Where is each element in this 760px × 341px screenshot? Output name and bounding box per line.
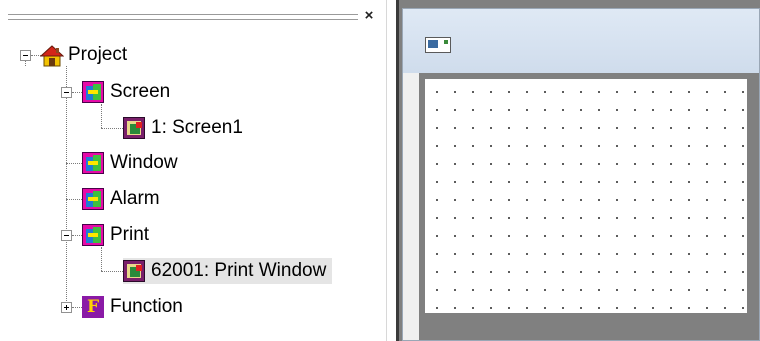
folder-icon xyxy=(82,81,104,103)
tree-connector xyxy=(101,104,102,128)
screen-icon xyxy=(123,260,145,282)
tree-item-label: Window xyxy=(110,152,178,173)
collapse-print-toggle[interactable] xyxy=(61,230,72,241)
tree-item-screen1[interactable]: 1: Screen1 xyxy=(123,115,249,141)
splitter-bar[interactable] xyxy=(396,0,399,341)
function-icon: F xyxy=(82,296,104,318)
folder-icon xyxy=(82,188,104,210)
screen-canvas[interactable] xyxy=(425,79,747,313)
tree-item-function[interactable]: F Function xyxy=(82,294,189,320)
tree-item-label: Project xyxy=(68,44,128,65)
pane-header: × xyxy=(0,0,386,32)
tree-item-alarm[interactable]: Alarm xyxy=(82,186,166,212)
tree-connector xyxy=(101,271,123,272)
tree-item-print[interactable]: Print xyxy=(82,222,155,248)
tree-connector xyxy=(72,307,82,308)
document-window xyxy=(402,8,760,341)
close-icon[interactable]: × xyxy=(360,7,378,25)
canvas-frame xyxy=(419,73,759,340)
tree-item-label: Function xyxy=(110,296,183,317)
project-tree-pane: × Project Screen 1: Screen1 Window Alarm… xyxy=(0,0,387,341)
tree-connector xyxy=(72,92,82,93)
tree-item-label: 62001: Print Window xyxy=(151,260,327,281)
home-icon xyxy=(40,44,64,67)
tree-connector xyxy=(66,66,67,311)
document-titlebar[interactable] xyxy=(403,9,759,73)
folder-icon xyxy=(82,224,104,246)
tree-connector xyxy=(72,235,82,236)
window-icon[interactable] xyxy=(425,37,451,53)
collapse-project-toggle[interactable] xyxy=(20,50,31,61)
expand-function-toggle[interactable] xyxy=(61,302,72,313)
pane-grip[interactable] xyxy=(8,14,358,20)
tree-connector xyxy=(101,247,102,271)
folder-icon xyxy=(82,152,104,174)
tree-connector xyxy=(66,199,82,200)
tree-item-window[interactable]: Window xyxy=(82,150,184,176)
tree-item-label: Screen xyxy=(110,81,171,102)
tree-item-label: Print xyxy=(110,224,150,245)
tree-item-screen[interactable]: Screen xyxy=(82,79,176,105)
tree-item-print-window[interactable]: 62001: Print Window xyxy=(123,258,333,284)
tree-item-project[interactable]: Project xyxy=(40,42,133,68)
tree-item-label: Alarm xyxy=(110,188,160,209)
tree-connector xyxy=(101,128,123,129)
screen-icon xyxy=(123,117,145,139)
collapse-screen-toggle[interactable] xyxy=(61,87,72,98)
tree-item-label: 1: Screen1 xyxy=(151,117,243,138)
tree-connector xyxy=(66,163,82,164)
